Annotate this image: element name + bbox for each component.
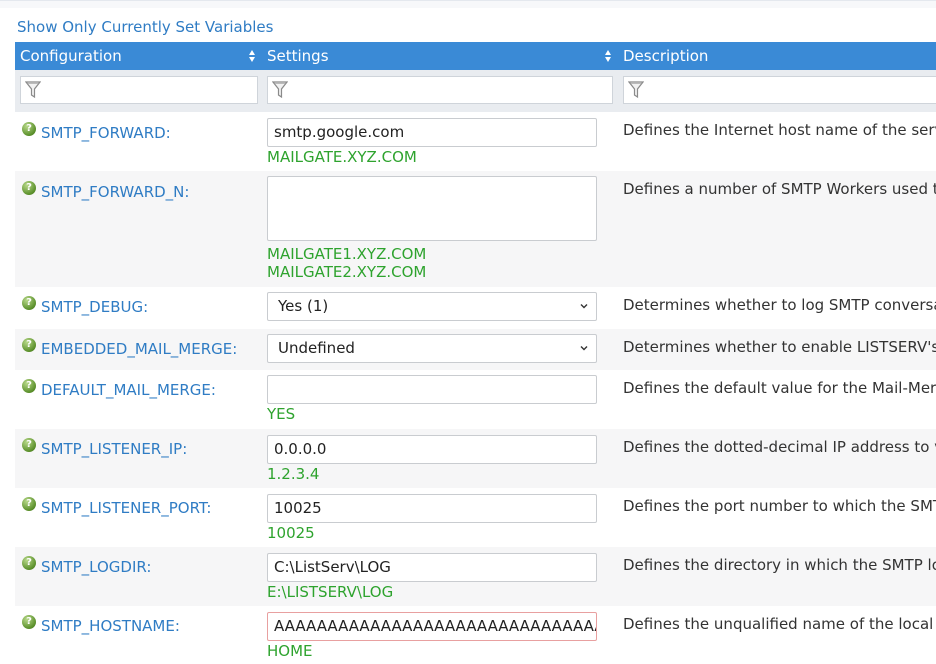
variable-name[interactable]: SMTP_HOSTNAME: xyxy=(41,617,180,635)
setting-select[interactable]: Undefined xyxy=(267,334,597,363)
table-row: ? SMTP_DEBUG: Yes (1) Determines whether… xyxy=(15,287,936,329)
filter-input-settings[interactable] xyxy=(267,76,613,104)
table-row: ? SMTP_FORWARD: smtp.google.com MAILGATE… xyxy=(15,112,936,171)
variable-name[interactable]: SMTP_FORWARD: xyxy=(41,124,171,142)
question-icon[interactable]: ? xyxy=(22,615,36,629)
sort-icon[interactable] xyxy=(605,50,612,62)
funnel-icon xyxy=(272,81,288,99)
funnel-icon xyxy=(628,81,644,99)
variable-name[interactable]: SMTP_FORWARD_N: xyxy=(41,183,189,201)
default-value: 10025 xyxy=(267,524,315,542)
chevron-down-icon xyxy=(580,346,588,351)
select-value: Undefined xyxy=(278,339,355,357)
default-value: MAILGATE.XYZ.COM xyxy=(267,148,417,166)
default-value: YES xyxy=(267,405,296,423)
question-icon[interactable]: ? xyxy=(22,438,36,452)
question-icon[interactable]: ? xyxy=(22,296,36,310)
description-text: Defines a number of SMTP Workers used t xyxy=(623,180,936,198)
description-text: Defines the port number to which the SMT xyxy=(623,497,936,515)
default-value: 1.2.3.4 xyxy=(267,465,320,483)
table-row: ? DEFAULT_MAIL_MERGE: YES Defines the de… xyxy=(15,370,936,429)
show-only-set-variables-link[interactable]: Show Only Currently Set Variables xyxy=(17,18,273,36)
filter-row xyxy=(15,70,936,112)
grid-header: Configuration Settings Description xyxy=(15,42,936,70)
column-label: Settings xyxy=(267,47,329,65)
question-icon[interactable]: ? xyxy=(22,497,36,511)
column-header-settings[interactable]: Settings xyxy=(262,42,618,70)
question-icon[interactable]: ? xyxy=(22,181,36,195)
question-icon[interactable]: ? xyxy=(22,122,36,136)
sort-icon[interactable] xyxy=(249,50,256,62)
default-value: E:\LISTSERV\LOG xyxy=(267,583,394,601)
variable-name[interactable]: EMBEDDED_MAIL_MERGE: xyxy=(41,340,237,358)
funnel-icon xyxy=(25,81,41,99)
question-icon[interactable]: ? xyxy=(22,338,36,352)
default-value: MAILGATE2.XYZ.COM xyxy=(267,263,427,281)
description-text: Defines the directory in which the SMTP … xyxy=(623,556,936,574)
column-header-description[interactable]: Description xyxy=(618,42,936,70)
question-icon[interactable]: ? xyxy=(22,556,36,570)
variable-name[interactable]: SMTP_LISTENER_PORT: xyxy=(41,499,212,517)
filter-input-description[interactable] xyxy=(623,76,936,104)
table-row: ? EMBEDDED_MAIL_MERGE: Undefined Determi… xyxy=(15,329,936,370)
variable-name[interactable]: SMTP_LISTENER_IP: xyxy=(41,440,187,458)
setting-input[interactable]: smtp.google.com xyxy=(267,118,597,147)
setting-input[interactable]: AAAAAAAAAAAAAAAAAAAAAAAAAAAAAAAAAA xyxy=(267,612,597,641)
variable-name[interactable]: DEFAULT_MAIL_MERGE: xyxy=(41,381,216,399)
variable-name[interactable]: SMTP_LOGDIR: xyxy=(41,558,151,576)
table-row: ? SMTP_HOSTNAME: AAAAAAAAAAAAAAAAAAAAAAA… xyxy=(15,606,936,664)
table-row: ? SMTP_LISTENER_IP: 0.0.0.0 1.2.3.4 Defi… xyxy=(15,429,936,488)
description-text: Determines whether to enable LISTSERV's xyxy=(623,338,936,356)
table-row: ? SMTP_LISTENER_PORT: 10025 10025 Define… xyxy=(15,488,936,547)
variable-name[interactable]: SMTP_DEBUG: xyxy=(41,298,148,316)
description-text: Determines whether to log SMTP conversa xyxy=(623,296,936,314)
table-row: ? SMTP_FORWARD_N: MAILGATE1.XYZ.COM MAIL… xyxy=(15,171,936,287)
config-grid: Configuration Settings Description ? SMT… xyxy=(15,42,936,664)
setting-select[interactable]: Yes (1) xyxy=(267,292,597,321)
chevron-down-icon xyxy=(580,304,588,309)
column-label: Configuration xyxy=(20,47,122,65)
description-text: Defines the unqualified name of the loca… xyxy=(623,615,936,633)
column-header-configuration[interactable]: Configuration xyxy=(15,42,262,70)
select-value: Yes (1) xyxy=(278,297,329,315)
filter-input-configuration[interactable] xyxy=(20,76,258,104)
default-value: HOME xyxy=(267,642,313,660)
setting-input[interactable] xyxy=(267,375,597,404)
setting-input[interactable]: C:\ListServ\LOG xyxy=(267,553,597,582)
default-value: MAILGATE1.XYZ.COM xyxy=(267,245,427,263)
column-label: Description xyxy=(623,47,709,65)
question-icon[interactable]: ? xyxy=(22,379,36,393)
setting-input[interactable]: 0.0.0.0 xyxy=(267,435,597,464)
setting-input[interactable]: 10025 xyxy=(267,494,597,523)
description-text: Defines the dotted-decimal IP address to… xyxy=(623,438,936,456)
description-text: Defines the default value for the Mail-M… xyxy=(623,379,936,397)
description-text: Defines the Internet host name of the se… xyxy=(623,121,936,139)
top-strip xyxy=(0,0,936,8)
table-row: ? SMTP_LOGDIR: C:\ListServ\LOG E:\LISTSE… xyxy=(15,547,936,606)
setting-textarea[interactable] xyxy=(267,176,597,241)
